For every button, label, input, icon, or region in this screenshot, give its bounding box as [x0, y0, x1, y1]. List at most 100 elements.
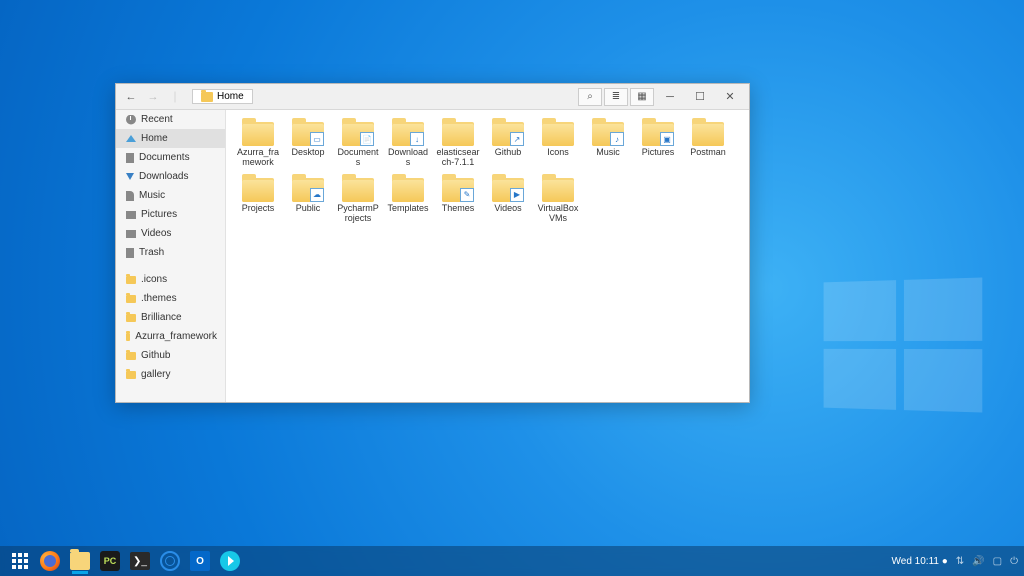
file-item-desktop[interactable]: ▭Desktop: [284, 120, 332, 170]
down-icon: [126, 173, 134, 180]
taskbar-app-media[interactable]: [216, 547, 244, 575]
folder-icon: [692, 122, 724, 146]
folder-overlay-icon: ▭: [310, 132, 324, 146]
sidebar-item-label: Github: [141, 350, 170, 361]
file-item-label: Icons: [547, 148, 569, 158]
file-item-projects[interactable]: Projects: [234, 176, 282, 226]
file-item-virtualboxvms[interactable]: VirtualBox VMs: [534, 176, 582, 226]
file-item-github[interactable]: ↗ Github: [484, 120, 532, 170]
view-list-button[interactable]: ≣: [604, 88, 628, 106]
apps-menu-button[interactable]: [6, 547, 34, 575]
tray-volume-icon[interactable]: 🔊: [972, 556, 984, 567]
sidebar-item-label: Trash: [139, 247, 164, 258]
folder-overlay-icon: ♪: [610, 132, 624, 146]
folder-icon: [342, 178, 374, 202]
pycharm-icon: PC: [100, 551, 120, 571]
folder-icon: ▶: [492, 178, 524, 202]
folder-icon: [126, 333, 130, 341]
nav-forward-button[interactable]: →: [142, 87, 164, 107]
taskbar-app-outlook[interactable]: O: [186, 547, 214, 575]
folder-icon: [126, 295, 136, 303]
file-item-elasticsearch711[interactable]: elasticsearch-7.1.1: [434, 120, 482, 170]
file-manager-window: ← → ｜ Home ⌕ ≣ ▦ ─ ☐ ✕ RecentHomeDocumen…: [115, 83, 750, 403]
sidebar-bookmark-brilliance[interactable]: Brilliance: [116, 308, 225, 327]
path-bar[interactable]: Home: [192, 89, 253, 104]
view-grid-button[interactable]: ▦: [630, 88, 654, 106]
file-item-documents[interactable]: 📄Documents: [334, 120, 382, 170]
tray-network-icon[interactable]: ⇅: [956, 556, 964, 567]
file-item-label: Themes: [442, 204, 475, 214]
folder-icon: 📄: [342, 122, 374, 146]
search-button[interactable]: ⌕: [578, 88, 602, 106]
tray-battery-icon[interactable]: ▢: [993, 556, 1002, 567]
file-item-pycharmprojects[interactable]: PycharmProjects: [334, 176, 382, 226]
taskbar-tray[interactable]: Wed 10:11 ● ⇅ 🔊 ▢ ⏻: [892, 556, 1018, 567]
sidebar-item-label: Downloads: [139, 171, 188, 182]
sidebar-item-pictures[interactable]: Pictures: [116, 205, 225, 224]
sidebar-bookmark-azurraframework[interactable]: Azurra_framework: [116, 327, 225, 346]
pic-icon: [126, 211, 136, 219]
window-maximize-button[interactable]: ☐: [685, 84, 715, 110]
folder-overlay-icon: ▣: [660, 132, 674, 146]
tray-power-icon[interactable]: ⏻: [1010, 556, 1018, 567]
file-item-label: Azurra_framework: [236, 148, 280, 168]
folder-icon: ↓: [392, 122, 424, 146]
file-item-label: Github: [495, 148, 522, 158]
sidebar-item-label: Brilliance: [141, 312, 182, 323]
desktop-windows-logo: [824, 277, 983, 412]
clock-label[interactable]: Wed 10:11 ●: [892, 556, 948, 567]
folder-icon: ☁: [292, 178, 324, 202]
nav-back-button[interactable]: ←: [120, 87, 142, 107]
sidebar-item-documents[interactable]: Documents: [116, 148, 225, 167]
window-titlebar[interactable]: ← → ｜ Home ⌕ ≣ ▦ ─ ☐ ✕: [116, 84, 749, 110]
sidebar-bookmark-themes[interactable]: .themes: [116, 289, 225, 308]
content-area[interactable]: Azurra_framework▭Desktop📄Documents↓Downl…: [226, 110, 749, 402]
sidebar-item-recent[interactable]: Recent: [116, 110, 225, 129]
file-item-label: Videos: [494, 204, 521, 214]
taskbar-app-circle[interactable]: [156, 547, 184, 575]
file-item-azurraframework[interactable]: Azurra_framework: [234, 120, 282, 170]
file-item-music[interactable]: ♪ Music: [584, 120, 632, 170]
sidebar-item-trash[interactable]: Trash: [116, 243, 225, 262]
taskbar-app-firefox[interactable]: [36, 547, 64, 575]
home-icon: [201, 92, 213, 102]
folder-icon: [242, 178, 274, 202]
sidebar-item-label: .icons: [141, 274, 167, 285]
file-item-postman[interactable]: Postman: [684, 120, 732, 170]
file-item-downloads[interactable]: ↓Downloads: [384, 120, 432, 170]
sidebar-bookmark-gallery[interactable]: gallery: [116, 365, 225, 384]
sidebar-bookmark-github[interactable]: Github: [116, 346, 225, 365]
sidebar-item-label: Recent: [141, 114, 173, 125]
sidebar-item-downloads[interactable]: Downloads: [116, 167, 225, 186]
circle-icon: [160, 551, 180, 571]
file-item-label: PycharmProjects: [336, 204, 380, 224]
file-item-templates[interactable]: Templates: [384, 176, 432, 226]
file-item-label: Music: [596, 148, 620, 158]
file-item-label: Pictures: [642, 148, 675, 158]
taskbar-app-pycharm[interactable]: PC: [96, 547, 124, 575]
folder-overlay-icon: ↓: [410, 132, 424, 146]
sidebar-item-home[interactable]: Home: [116, 129, 225, 148]
taskbar: PC ❯_ O Wed 10:11 ● ⇅ 🔊 ▢ ⏻: [0, 546, 1024, 576]
window-close-button[interactable]: ✕: [715, 84, 745, 110]
taskbar-app-terminal[interactable]: ❯_: [126, 547, 154, 575]
window-minimize-button[interactable]: ─: [655, 84, 685, 110]
music-icon: [126, 191, 134, 201]
file-item-public[interactable]: ☁Public: [284, 176, 332, 226]
folder-overlay-icon: 📄: [360, 132, 374, 146]
folder-icon: ▭: [292, 122, 324, 146]
file-item-pictures[interactable]: ▣ Pictures: [634, 120, 682, 170]
file-item-videos[interactable]: ▶ Videos: [484, 176, 532, 226]
folder-icon: [126, 314, 136, 322]
taskbar-app-files[interactable]: [66, 547, 94, 575]
folder-overlay-icon: ↗: [510, 132, 524, 146]
folder-icon: ✎: [442, 178, 474, 202]
sidebar-item-videos[interactable]: Videos: [116, 224, 225, 243]
sidebar-item-music[interactable]: Music: [116, 186, 225, 205]
file-item-icons[interactable]: Icons: [534, 120, 582, 170]
sidebar-bookmark-icons[interactable]: .icons: [116, 270, 225, 289]
file-item-themes[interactable]: ✎ Themes: [434, 176, 482, 226]
folder-overlay-icon: ☁: [310, 188, 324, 202]
terminal-icon: ❯_: [130, 552, 150, 570]
sidebar: Recent HomeDocuments Downloads MusicPicture…: [116, 110, 226, 402]
